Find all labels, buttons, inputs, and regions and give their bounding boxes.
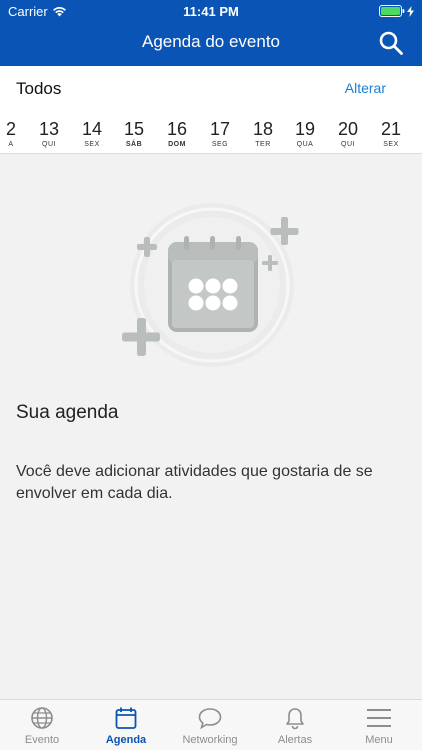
empty-calendar-illustration [122, 203, 299, 367]
date-number: 2 [5, 119, 16, 139]
weekday-label: A [8, 141, 14, 148]
tab-networking[interactable]: Networking [168, 706, 252, 746]
weekday-label: SÁB [125, 141, 143, 148]
date-number: 14 [81, 119, 103, 139]
date-item[interactable]: 15 SÁB [114, 118, 154, 148]
battery-indicator [379, 5, 414, 17]
tab-label: Agenda [105, 734, 147, 746]
date-number: 13 [38, 119, 60, 139]
weekday-label: TER [255, 141, 271, 148]
weekday-label: SEX [383, 141, 399, 148]
date-item[interactable]: 13 QUI [29, 118, 69, 148]
change-filter-link[interactable]: Alterar [345, 80, 386, 96]
empty-state-title: Sua agenda [16, 402, 119, 423]
tab-label: Menu [365, 734, 393, 746]
app-header: Carrier 11:41 PM Agenda do evento [0, 0, 422, 66]
date-item[interactable]: 19 QUA [285, 118, 325, 148]
bell-icon [286, 708, 304, 730]
date-number: 21 [380, 119, 402, 139]
date-number: 18 [252, 119, 274, 139]
weekday-label: SEG [211, 141, 229, 148]
page-title: Agenda do evento [141, 32, 280, 51]
weekday-label: SEX [84, 141, 100, 148]
globe-icon [31, 707, 53, 729]
empty-state-description: Você deve adicionar atividades que gosta… [16, 463, 373, 502]
date-item[interactable]: 14 SEX [72, 118, 112, 148]
tab-label: Networking [182, 734, 238, 746]
tab-menu[interactable]: Menu [337, 706, 421, 746]
date-item[interactable]: 20 QUI [328, 118, 368, 148]
date-number: 15 [123, 119, 145, 139]
date-item[interactable]: 18 TER [243, 118, 283, 148]
tab-evento[interactable]: Evento [0, 706, 84, 746]
date-number: 20 [337, 119, 359, 139]
search-icon[interactable] [378, 30, 404, 56]
tab-label: Alertas [277, 734, 313, 746]
filter-row: Todos Alterar [0, 66, 422, 110]
date-number: 16 [166, 119, 188, 139]
date-number: 19 [294, 119, 316, 139]
battery-icon [379, 5, 405, 17]
charging-bolt-icon [407, 5, 414, 17]
status-bar: Carrier 11:41 PM [0, 0, 422, 22]
calendar-icon [115, 707, 137, 729]
date-number: 17 [209, 119, 231, 139]
date-item[interactable]: 21 SEX [371, 118, 411, 148]
hamburger-icon [367, 709, 391, 727]
tab-alertas[interactable]: Alertas [253, 706, 337, 746]
date-item[interactable]: 2 A [0, 118, 31, 148]
chat-bubble-icon [198, 708, 222, 730]
date-strip[interactable]: 2 A 13 QUI 14 SEX 15 SÁB 16 DOM 17 SEG 1… [0, 110, 422, 154]
tab-bar: Evento Agenda Networking Alertas Menu [0, 699, 422, 750]
tab-label: Evento [24, 734, 60, 746]
tab-agenda[interactable]: Agenda [84, 706, 168, 746]
weekday-label: DOM [168, 141, 186, 148]
status-time: 11:41 PM [183, 4, 239, 19]
weekday-label: QUA [296, 141, 314, 148]
weekday-label: QUI [341, 141, 355, 148]
date-item[interactable]: 17 SEG [200, 118, 240, 148]
date-item[interactable]: 16 DOM [157, 118, 197, 148]
weekday-label: QUI [42, 141, 56, 148]
filter-label: Todos [16, 79, 62, 98]
